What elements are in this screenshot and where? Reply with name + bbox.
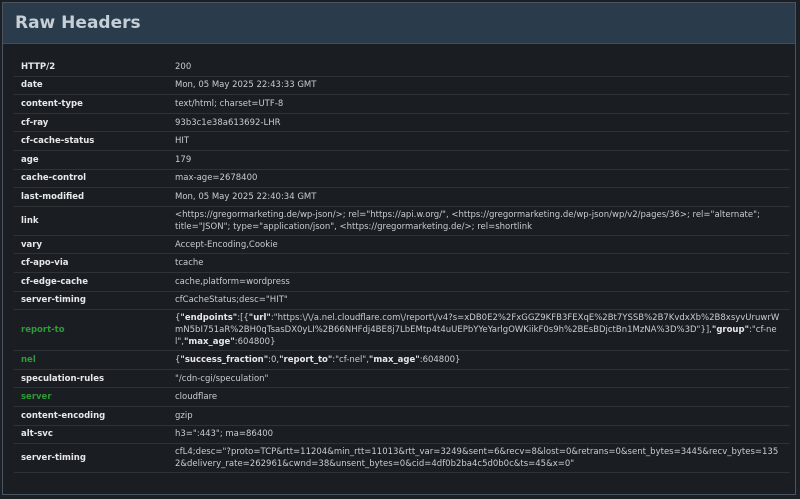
header-row: speculation-rules "/cdn-cgi/speculation" (14, 368, 790, 388)
json-text: :"cf-nel", (332, 354, 369, 365)
json-key: "success_fraction" (180, 354, 269, 365)
header-row: cf-edge-cache cache,platform=wordpress (14, 271, 790, 292)
json-key: "endpoints" (180, 313, 238, 324)
header-value: h3=":443"; ma=86400 (168, 424, 790, 444)
headers-table-body: HTTP/2 200 date Mon, 05 May 2025 22:43:33 G… (14, 58, 790, 474)
header-row: date Mon, 05 May 2025 22:43:33 GMT (14, 75, 790, 95)
header-name: cf-edge-cache (14, 271, 168, 292)
header-row: cache-control max-age=2678400 (14, 168, 790, 188)
header-row: report-to {"endpoints":[{"url":"https:\/\… (14, 309, 790, 351)
header-row: HTTP/2 200 (14, 58, 790, 76)
header-value: 200 (175, 61, 192, 72)
header-row: nel {"success_fraction":0,"report_to":"cf… (14, 350, 790, 370)
header-name: date (14, 75, 168, 95)
header-value: <https://gregormarketing.de/wp-json/>; r… (168, 205, 790, 236)
header-name: vary (14, 234, 168, 254)
header-value: max-age=2678400 (168, 168, 790, 188)
header-value: cloudflare (168, 387, 790, 407)
headers-table-wrapper: HTTP/2 200 date Mon, 05 May 2025 22:43:33 G… (14, 58, 790, 474)
header-name: link (14, 205, 168, 236)
json-key: "max_age" (183, 337, 235, 348)
header-row: vary Accept-Encoding,Cookie (14, 234, 790, 254)
json-text: :0, (268, 354, 280, 365)
json-key: "max_age" (368, 354, 420, 365)
header-row: age 179 (14, 149, 790, 170)
header-name: last-modified (14, 187, 168, 207)
header-value: cfL4;desc="?proto=TCP&rtt=11204&min_rtt=… (168, 443, 790, 474)
header-name: content-type (14, 94, 168, 114)
header-name: report-to (14, 309, 168, 351)
header-row: server-timing cfCacheStatus;desc="HIT" (14, 290, 790, 310)
header-value: 179 (168, 149, 790, 170)
json-text: :[{ (237, 313, 249, 324)
json-text: :604800} (234, 337, 276, 348)
header-name: HTTP/2 (21, 61, 56, 72)
header-name: content-encoding (14, 405, 168, 425)
header-value: 93b3c1e38a613692-LHR (168, 112, 790, 132)
header-value: {"success_fraction":0,"report_to":"cf-ne… (168, 350, 790, 370)
json-key: "group" (711, 325, 749, 336)
header-value: {"endpoints":[{"url":"https:\/\/a.nel.cl… (168, 309, 790, 351)
header-row: cf-cache-status HIT (14, 131, 790, 151)
header-name: server-timing (14, 443, 168, 474)
header-name: server-timing (14, 290, 168, 310)
header-value: HIT (168, 131, 790, 151)
raw-headers-panel: Raw Headers HTTP/2 200 date Mon, 05 May 202… (2, 2, 796, 495)
header-row: last-modified Mon, 05 May 2025 22:40:34 G… (14, 187, 790, 207)
header-name: nel (14, 350, 168, 370)
header-row: cf-apo-via tcache (14, 253, 790, 273)
header-name: cf-ray (14, 112, 168, 132)
header-value: Mon, 05 May 2025 22:43:33 GMT (168, 75, 790, 95)
header-value: cache,platform=wordpress (168, 271, 790, 292)
header-value: Accept-Encoding,Cookie (168, 234, 790, 254)
header-value: text/html; charset=UTF-8 (168, 94, 790, 114)
header-value: tcache (168, 253, 790, 273)
header-value: Mon, 05 May 2025 22:40:34 GMT (168, 187, 790, 207)
panel-title: Raw Headers (15, 13, 141, 33)
header-name: age (14, 149, 168, 170)
json-text: :604800} (419, 354, 461, 365)
headers-table: HTTP/2 200 date Mon, 05 May 2025 22:43:33 G… (14, 58, 790, 474)
header-row: alt-svc h3=":443"; ma=86400 (14, 424, 790, 444)
header-name: server (14, 387, 168, 407)
header-row: server-timing cfL4;desc="?proto=TCP&rtt=1… (14, 443, 790, 474)
header-row: content-type text/html; charset=UTF-8 (14, 94, 790, 114)
json-key: "report_to" (279, 354, 333, 365)
header-name: speculation-rules (14, 368, 168, 388)
header-name: cache-control (14, 168, 168, 188)
header-row: cf-ray 93b3c1e38a613692-LHR (14, 112, 790, 132)
header-value: cfCacheStatus;desc="HIT" (168, 290, 790, 310)
header-name: cf-cache-status (14, 131, 168, 151)
header-name: cf-apo-via (14, 253, 168, 273)
header-row: server cloudflare (14, 387, 790, 407)
header-row: link <https://gregormarketing.de/wp-json/… (14, 205, 790, 236)
header-row: content-encoding gzip (14, 405, 790, 425)
panel-header: Raw Headers (3, 3, 795, 44)
header-value: gzip (168, 405, 790, 425)
json-key: "url" (248, 313, 271, 324)
header-name: alt-svc (14, 424, 168, 444)
header-value: "/cdn-cgi/speculation" (168, 368, 790, 388)
